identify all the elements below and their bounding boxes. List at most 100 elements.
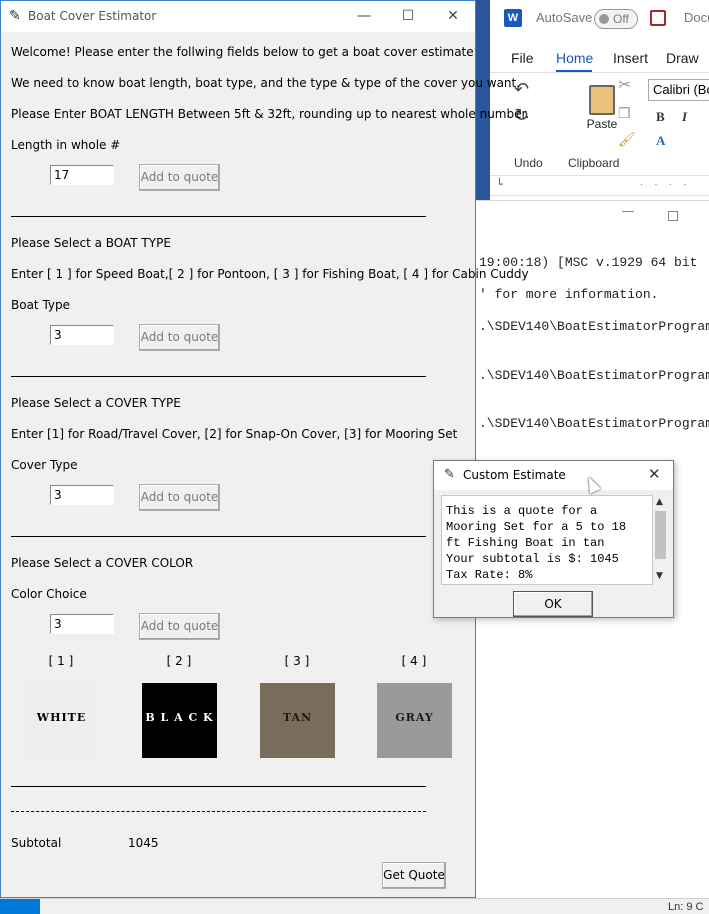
cover-color-input[interactable]: 3: [50, 614, 114, 634]
swatch-number: [ 3 ]: [284, 654, 310, 668]
need-to-know-text: We need to know boat length, boat type, …: [11, 76, 521, 90]
text-effects-button[interactable]: A: [656, 133, 665, 149]
swatch-tan: TAN: [260, 683, 335, 758]
cover-type-heading: Please Select a COVER TYPE: [11, 396, 181, 410]
boat-cover-estimator-window: ✎ Boat Cover Estimator — ☐ ✕ Welcome! Pl…: [0, 0, 529, 898]
taskbar-strip: [0, 899, 40, 914]
status-bar: Ln: 9 C: [0, 898, 709, 914]
ribbon: ↶ ↻ Undo Paste ✂ ❐ 🖌 Clipboard Calibri (…: [490, 72, 709, 176]
dashed-divider: [11, 811, 426, 812]
minimize-icon[interactable]: [622, 211, 634, 212]
swatch-white: WHITE: [24, 683, 99, 758]
minimize-button[interactable]: —: [349, 5, 379, 27]
swatch-label: GRAY: [395, 711, 434, 724]
scrollbar-thumb[interactable]: [655, 511, 666, 559]
cover-type-add-button[interactable]: Add to quote: [139, 484, 220, 511]
estimate-line: ft Fishing Boat in tan: [446, 536, 605, 550]
ribbon-tabs: File Home Insert Draw: [476, 44, 709, 74]
estimate-line: Mooring Set for a 5 to 18: [446, 520, 627, 534]
status-line-column: Ln: 9 C: [668, 901, 704, 913]
chevron-up-icon[interactable]: ▲: [656, 497, 663, 507]
length-input[interactable]: 17: [50, 165, 114, 185]
length-label: Length in whole #: [11, 138, 121, 152]
autosave-label: AutoSave: [536, 10, 593, 25]
word-logo-icon: W: [504, 9, 522, 27]
divider: [11, 536, 426, 537]
tab-insert[interactable]: Insert: [613, 50, 648, 66]
custom-estimate-dialog: ✎ Custom Estimate ✕ This is a quote for …: [433, 460, 674, 618]
tab-file[interactable]: File: [511, 50, 534, 66]
cut-icon[interactable]: ✂: [618, 75, 631, 95]
estimate-text[interactable]: This is a quote for a Mooring Set for a …: [441, 495, 653, 585]
console-line: .\SDEV140\BoatEstimatorProgram: [479, 368, 709, 383]
console-line: ' for more information.: [479, 287, 659, 302]
swatch-label: B L A C K: [145, 711, 214, 724]
estimate-line: Your subtotal is $: 1045: [446, 552, 619, 566]
divider: [11, 376, 426, 377]
autosave-toggle[interactable]: Off: [594, 9, 638, 29]
subtotal-label: Subtotal: [11, 836, 62, 850]
cover-color-add-button[interactable]: Add to quote: [139, 613, 220, 640]
main-body: Welcome! Please enter the follwing field…: [1, 32, 529, 897]
length-instructions: Please Enter BOAT LENGTH Between 5ft & 3…: [11, 107, 530, 121]
maximize-button[interactable]: ☐: [393, 5, 423, 27]
dialog-title: Custom Estimate: [463, 468, 566, 482]
feather-icon: ✎: [9, 8, 21, 24]
cover-color-label: Color Choice: [11, 587, 87, 601]
boat-type-heading: Please Select a BOAT TYPE: [11, 236, 171, 250]
boat-type-input[interactable]: 3: [50, 325, 114, 345]
word-titlebar: W AutoSave Off Docu: [476, 0, 709, 38]
divider: [11, 216, 426, 217]
copy-icon[interactable]: ❐: [618, 105, 631, 122]
estimate-line: This is a quote for a: [446, 504, 598, 518]
length-add-button[interactable]: Add to quote: [139, 164, 220, 191]
window-title: Boat Cover Estimator: [28, 9, 157, 23]
divider: [11, 786, 426, 787]
cover-type-label: Cover Type: [11, 458, 78, 472]
swatch-label: WHITE: [36, 711, 87, 724]
chevron-down-icon[interactable]: ▼: [656, 571, 663, 581]
estimate-line: Tax Rate: 8%: [446, 568, 533, 582]
toggle-knob-icon: [599, 14, 609, 24]
feather-icon: ✎: [444, 467, 455, 482]
autosave-state: Off: [613, 12, 629, 26]
save-icon[interactable]: [650, 10, 666, 26]
boat-type-instructions: Enter [ 1 ] for Speed Boat,[ 2 ] for Pon…: [11, 267, 529, 281]
cover-color-heading: Please Select a COVER COLOR: [11, 556, 194, 570]
swatch-label: TAN: [282, 711, 313, 724]
welcome-text: Welcome! Please enter the follwing field…: [11, 45, 474, 59]
format-painter-icon[interactable]: 🖌: [618, 131, 636, 148]
clipboard-icon: [589, 85, 615, 115]
paste-button[interactable]: Paste: [582, 81, 622, 151]
boat-type-add-button[interactable]: Add to quote: [139, 324, 220, 351]
ruler: └ · · · ·: [490, 176, 709, 196]
ruler-ticks: · · · ·: [640, 180, 691, 191]
cover-type-input[interactable]: 3: [50, 485, 114, 505]
console-line: .\SDEV140\BoatEstimatorProgram: [479, 319, 709, 334]
close-button[interactable]: ✕: [438, 5, 468, 27]
document-title: Docu: [684, 10, 709, 25]
swatch-black: B L A C K: [142, 683, 217, 758]
group-clipboard-label: Clipboard: [568, 156, 620, 170]
ok-button[interactable]: OK: [513, 591, 593, 617]
group-undo-label: Undo: [514, 156, 543, 170]
get-quote-button[interactable]: Get Quote: [382, 862, 446, 889]
dialog-scrollbar[interactable]: ▲ ▼: [653, 495, 668, 585]
cover-type-instructions: Enter [1] for Road/Travel Cover, [2] for…: [11, 427, 458, 441]
word-side-strip: [476, 0, 490, 200]
swatch-number: [ 4 ]: [401, 654, 427, 668]
swatch-number: [ 2 ]: [166, 654, 192, 668]
tab-draw[interactable]: Draw: [666, 50, 699, 66]
dialog-titlebar: ✎ Custom Estimate ✕: [434, 461, 673, 490]
paste-label: Paste: [586, 117, 618, 131]
maximize-icon[interactable]: [668, 211, 678, 221]
italic-button[interactable]: I: [682, 109, 687, 125]
swatch-gray: GRAY: [377, 683, 452, 758]
console-line: .\SDEV140\BoatEstimatorProgram: [479, 416, 709, 431]
dialog-close-button[interactable]: ✕: [648, 465, 661, 483]
tab-home[interactable]: Home: [556, 50, 593, 66]
subtotal-value: 1045: [128, 836, 159, 850]
font-name-box[interactable]: Calibri (Bod: [648, 79, 709, 101]
bold-button[interactable]: B: [656, 109, 665, 125]
swatch-number: [ 1 ]: [48, 654, 74, 668]
